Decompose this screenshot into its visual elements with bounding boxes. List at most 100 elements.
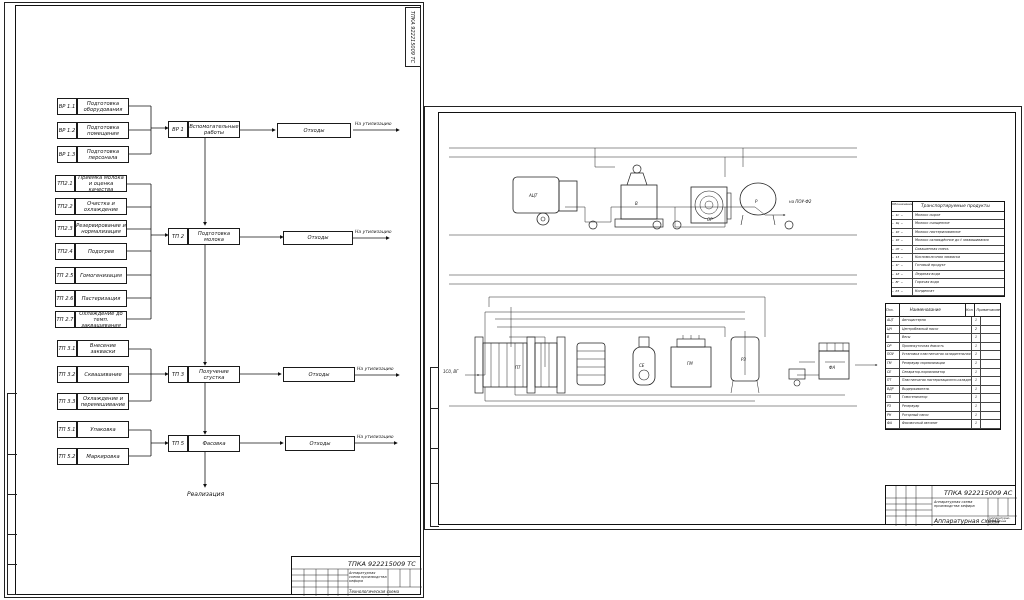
main-vr1: ВР 1 Вспомогательные работы [168,121,240,138]
sheet2-title-block: ТПКА 922215009 АС Аппаратурная схема про… [885,485,1017,526]
equipment-row: ПОУ Установка пластинчатая охладительная 1 [886,351,1000,360]
prep-item-3: ВР 1.3 Подготовка персонала [57,146,129,163]
sheet2-stamp-desc: Аппаратурная схема производства кефира [934,500,975,508]
label-b: В [635,201,638,206]
equipment-name: Пластинчатая пастеризационно-охладительн… [900,377,972,385]
equipment-name: Резервуар нормализации [900,359,972,368]
equipment-name: Сепаратор-нормализатор [900,368,972,377]
legend-label: Сквашенная смесь [915,246,949,251]
equipment-pos: РЗ [886,402,900,411]
legend-row: — 1С — Молоко сырое [892,212,1004,221]
sheet-apparatus: АЦТ В ОР Р на ПОУ-Ф2 СЕ ГМ ПТ РЗ ФА 1С0,… [424,106,1022,530]
legend-label: Молоко сырое [915,213,941,217]
prep-item-1: ВР 1.1 Подготовка оборудования [57,98,129,115]
equipment-name: Установка пластинчатая охладительная [900,351,972,359]
clot-item-3: ТП 3.3 Охлаждение и перемешивание [57,393,129,410]
waste-box-4: Отходы [285,436,355,451]
pack-item-2: ТП 5.2 Маркировка [57,448,129,465]
equipment-pos: ПТ [886,377,900,385]
label-gm: ГМ [687,361,693,366]
equipment-row: СЕ Сепаратор-нормализатор 1 [886,368,1000,378]
equipment-name: Резервуар [900,402,972,411]
disposal-label-2: На утилизацию [355,230,392,235]
label-inlet: 1С0, ВГ [443,369,459,374]
equipment-row: ФА Фасовочный автомат 1 [886,420,1000,429]
sheet1-stamp-code: ТПКА 922215009 ТС [348,560,416,568]
legend-title: Транспортируемые продукты [921,204,990,209]
legend-row: — 1З — Кисломолочная закваска [892,253,1004,263]
equipment-qty: 2 [972,325,981,334]
equipment-name: Выдерживатель [900,385,972,394]
clot-item-2: ТП 3.2 Сквашивание [57,366,129,383]
label-to-out: на ПОУ-Ф2 [789,199,812,204]
milk-item-4: ТП2.4 Подогрев [55,243,127,260]
legend-row: — СП — Сквашенная смесь [892,245,1004,254]
disposal-label-1: На утилизацию [355,122,392,127]
equipment-name: Автоцистерна [900,317,972,325]
legend-row: — 1Ц — Молоко очищенное [892,220,1004,229]
legend-table: Обозначение Транспортируемые продукты — … [891,201,1005,297]
milk-item-7: ТП 2.7 Охлаждение до темп. заквашивания [55,311,127,329]
disposal-label-4: На утилизацию [357,435,394,440]
equipment-pos: ЦН [886,325,900,334]
equipment-qty: 1 [972,411,981,420]
milk-item-2: ТП2.2 Очистка и охлаждение [55,198,127,215]
equipment-qty: 1 [972,377,981,385]
sheet1-stamp-title: Технологическая схема [349,589,400,594]
legend-row: — ВГ — Горячая вода [892,279,1004,288]
legend-code: — ВГ — [892,279,913,287]
legend-row: — 1Л — Ледяная вода [892,270,1004,280]
equipment-row: В Весы 1 [886,334,1000,343]
equipment-name: Фасовочный автомат [900,420,972,428]
equipment-pos: В [886,334,900,342]
label-fa: ФА [829,365,835,370]
label-or: ОР [707,217,713,222]
equipment-row: ОР Промежуточная ёмкость 1 [886,342,1000,352]
equipment-qty: 1 [972,394,981,402]
legend-label: Конденсат [915,288,935,293]
waste-box-2: Отходы [283,231,353,245]
equipment-pos: РН [886,411,900,420]
legend-code: — 1Н — [892,237,913,245]
equipment-pos: СЕ [886,368,900,377]
equipment-row: ГМ Резервуар нормализации 1 [886,359,1000,369]
equipment-table: Поз. Наименование Кол. Примечание АЦТ Авт… [885,303,1001,430]
milk-item-6: ТП 2.6 Пастеризация [55,290,127,307]
legend-row: — 1Н — Молоко охлаждённое до t заквашиван… [892,237,1004,246]
milk-item-5: ТП 2.5 Гомогенизация [55,267,127,284]
label-sep: СЕ [639,363,645,368]
equipment-qty: 1 [972,359,981,368]
equipment-pos: ФА [886,420,900,428]
label-rz: РЗ [741,357,746,362]
equipment-pos: ОР [886,342,900,351]
legend-code: — 1С — [892,212,913,220]
label-pt: ПТ [515,365,521,370]
legend-code: — СП — [892,245,913,253]
legend-label: Готовый продукт [915,263,946,268]
legend-code: — 1Ц — [892,220,913,228]
legend-code: — 1Г — [892,262,913,270]
legend-row: — КЗ — Конденсат [892,287,1004,296]
legend-code: — 1З — [892,253,913,262]
label-atc: АЦТ [528,193,538,198]
equipment-row: ГП Гомогенизатор 1 [886,394,1000,403]
legend-label: Молоко пастеризованное [915,229,961,234]
legend-row: — 1П — Молоко пастеризованное [892,228,1004,238]
equipment-qty: 1 [972,385,981,394]
legend-row: — 1Г — Готовый продукт [892,262,1004,271]
equipment-name: Роторный насос [900,411,972,420]
equipment-row: РЗ Резервуар 1 [886,402,1000,412]
main-tp5: ТП 5 Фасовка [168,435,240,452]
milk-item-3: ТП2.3 Резервирование и нормализация [55,220,127,237]
sheet1-stamp-desc: Аппаратурная схема производства кефира [349,571,387,583]
legend-label: Горячая вода [915,280,939,285]
equipment-row: РН Роторный насос 1 [886,411,1000,421]
waste-box-3: Отходы [283,367,355,382]
pack-item-1: ТП 5.1 Упаковка [57,421,129,438]
legend-label: Ледяная вода [915,271,940,276]
main-tp3: ТП 3 Получение сгустка [168,366,240,383]
equipment-name: Весы [900,334,972,342]
equipment-qty: 1 [972,351,981,359]
label-r: Р [755,199,758,204]
equipment-pos: ПОУ [886,351,900,359]
